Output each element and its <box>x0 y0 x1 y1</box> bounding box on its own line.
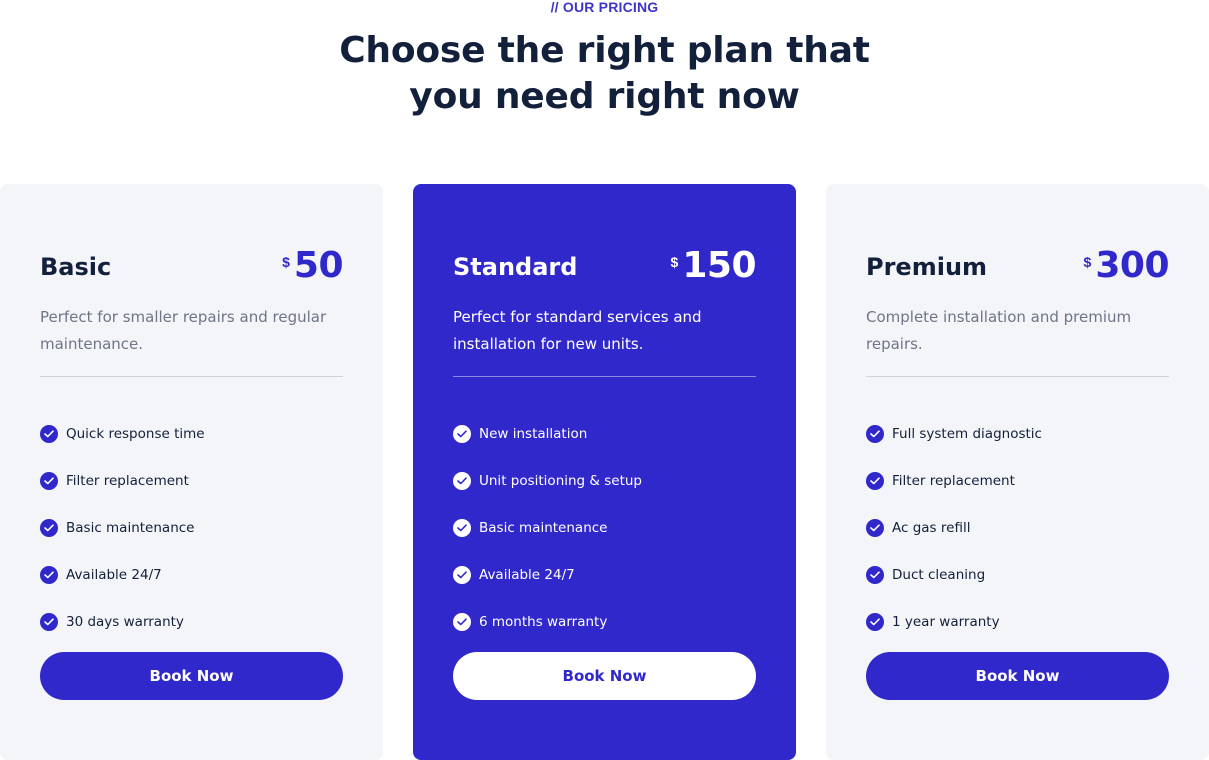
feature-item: 1 year warranty <box>866 598 1169 645</box>
feature-label: 6 months warranty <box>479 613 608 630</box>
check-circle-icon <box>453 471 471 490</box>
check-circle-icon <box>40 471 58 490</box>
feature-item: New installation <box>453 410 756 457</box>
check-circle-icon <box>866 612 884 631</box>
section-headline: Choose the right plan that you need righ… <box>0 28 1209 120</box>
plan-description: Perfect for standard services and instal… <box>453 308 702 353</box>
check-circle-icon <box>453 612 471 631</box>
feature-list: New installation Unit positioning & setu… <box>453 410 756 645</box>
feature-item: Available 24/7 <box>453 551 756 598</box>
feature-label: Basic maintenance <box>479 519 608 536</box>
headline-line-1: Choose the right plan that <box>339 30 870 71</box>
feature-label: Unit positioning & setup <box>479 472 642 489</box>
feature-item: Filter replacement <box>866 457 1169 504</box>
feature-label: Full system diagnostic <box>892 425 1042 442</box>
feature-label: 30 days warranty <box>66 613 184 630</box>
plan-name: Basic <box>40 253 112 281</box>
plan-price: $ 300 <box>1083 244 1170 288</box>
plan-price: $ 150 <box>670 244 757 288</box>
check-circle-icon <box>453 518 471 537</box>
feature-list: Full system diagnostic Filter replacemen… <box>866 410 1169 645</box>
check-circle-icon <box>453 424 471 443</box>
feature-label: Quick response time <box>66 425 205 442</box>
currency-symbol: $ <box>1083 254 1092 270</box>
feature-item: 6 months warranty <box>453 598 756 645</box>
feature-label: Filter replacement <box>66 472 189 489</box>
check-circle-icon <box>40 424 58 443</box>
feature-item: Duct cleaning <box>866 551 1169 598</box>
check-circle-icon <box>453 565 471 584</box>
feature-label: Filter replacement <box>892 472 1015 489</box>
check-circle-icon <box>40 612 58 631</box>
plan-name: Premium <box>866 253 988 281</box>
feature-item: Ac gas refill <box>866 504 1169 551</box>
price-amount: 300 <box>1095 245 1169 286</box>
feature-label: New installation <box>479 425 588 442</box>
book-now-button[interactable]: Book Now <box>453 652 756 700</box>
check-circle-icon <box>40 518 58 537</box>
headline-line-2: you need right now <box>409 76 800 117</box>
pricing-card-premium: Premium $ 300 Complete installation and … <box>826 184 1209 760</box>
feature-item: 30 days warranty <box>40 598 343 645</box>
feature-label: Duct cleaning <box>892 566 986 583</box>
feature-item: Unit positioning & setup <box>453 457 756 504</box>
check-circle-icon <box>866 518 884 537</box>
book-now-button[interactable]: Book Now <box>40 652 343 700</box>
plan-description: Complete installation and premium repair… <box>866 308 1132 353</box>
plan-price: $ 50 <box>282 244 343 288</box>
feature-item: Basic maintenance <box>40 504 343 551</box>
feature-item: Filter replacement <box>40 457 343 504</box>
section-eyebrow: // OUR PRICING <box>550 0 659 15</box>
feature-label: 1 year warranty <box>892 613 1000 630</box>
check-circle-icon <box>866 565 884 584</box>
card-header: Standard $ 150 <box>453 244 756 288</box>
check-circle-icon <box>866 471 884 490</box>
card-header: Premium $ 300 <box>866 244 1169 288</box>
feature-list: Quick response time Filter replacement B… <box>40 410 343 645</box>
check-circle-icon <box>866 424 884 443</box>
feature-item: Available 24/7 <box>40 551 343 598</box>
feature-label: Basic maintenance <box>66 519 195 536</box>
divider <box>453 376 756 377</box>
divider <box>40 376 343 377</box>
currency-symbol: $ <box>282 254 290 270</box>
feature-label: Available 24/7 <box>479 566 575 583</box>
feature-item: Quick response time <box>40 410 343 457</box>
check-circle-icon <box>40 565 58 584</box>
plan-name: Standard <box>453 253 578 281</box>
feature-item: Basic maintenance <box>453 504 756 551</box>
book-now-button[interactable]: Book Now <box>866 652 1169 700</box>
price-amount: 150 <box>682 245 756 286</box>
pricing-card-basic: Basic $ 50 Perfect for smaller repairs a… <box>0 184 383 760</box>
price-amount: 50 <box>293 245 344 286</box>
feature-item: Full system diagnostic <box>866 410 1169 457</box>
card-header: Basic $ 50 <box>40 244 344 288</box>
feature-label: Available 24/7 <box>66 566 162 583</box>
currency-symbol: $ <box>670 254 679 270</box>
plan-description: Perfect for smaller repairs and regular … <box>40 308 327 353</box>
pricing-card-standard: Standard $ 150 Perfect for standard serv… <box>413 184 796 760</box>
divider <box>866 376 1169 377</box>
feature-label: Ac gas refill <box>892 519 971 536</box>
